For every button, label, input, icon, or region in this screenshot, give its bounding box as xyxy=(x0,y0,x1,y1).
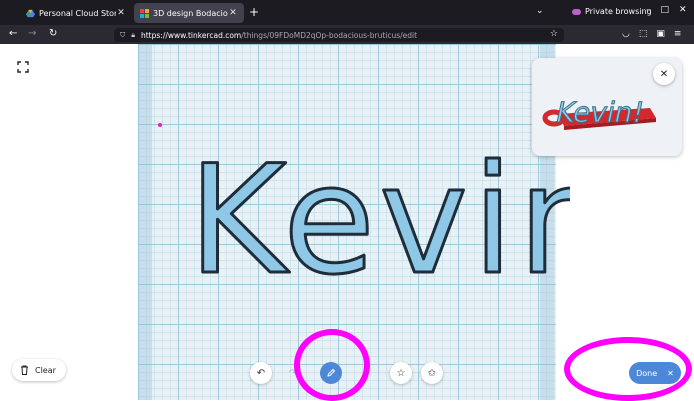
clear-label: Clear xyxy=(35,365,56,375)
toolbar-icons: ◡ ⬚ ▣ ≡ xyxy=(622,29,681,39)
shape-tool-button[interactable]: ☆ xyxy=(390,362,412,384)
private-mask-icon xyxy=(572,8,581,15)
maximize-icon[interactable]: □ xyxy=(661,5,670,15)
back-arrow-icon[interactable]: ← xyxy=(9,28,17,39)
private-browsing-label: Private browsing xyxy=(585,7,652,16)
star-shape-icon: ☆ xyxy=(396,367,406,379)
tab-title: 3D design Bodacious Brut xyxy=(153,8,228,18)
addon-icon[interactable]: ▣ xyxy=(656,29,665,39)
trash-icon xyxy=(21,365,28,375)
preview-close-button[interactable]: ✕ xyxy=(653,63,675,85)
tab-tinkercad[interactable]: 3D design Bodacious Brut ✕ xyxy=(134,3,244,23)
sketch-text: Kevin! xyxy=(190,134,570,308)
star-edit-icon: ✩ xyxy=(427,367,437,379)
annotation-circle-done xyxy=(564,337,692,401)
tab-close-icon[interactable]: ✕ xyxy=(116,8,126,18)
bookmark-star-icon[interactable]: ☆ xyxy=(550,29,558,39)
menu-icon[interactable]: ≡ xyxy=(674,29,682,39)
tab-title: Personal Cloud Storage & … xyxy=(39,8,116,18)
url-bar[interactable]: ⛉ 🔒︎ https://www.tinkercad.com/things/09… xyxy=(114,28,564,42)
browser-chrome: Personal Cloud Storage & … ✕ 3D design B… xyxy=(0,0,694,44)
window-controls: – □ ✕ xyxy=(646,5,687,15)
undo-icon: ↶ xyxy=(256,367,266,379)
3d-preview-card: Kevin! ✕ xyxy=(532,58,682,156)
shield-icon[interactable]: ⛉ xyxy=(120,31,125,40)
preview-model-text: Kevin! xyxy=(553,96,647,129)
window-close-icon[interactable]: ✕ xyxy=(679,5,687,15)
nav-bar: ← → ↻ ⛉ 🔒︎ https://www.tinkercad.com/thi… xyxy=(0,25,694,44)
sketch-drawing[interactable]: Kevin! xyxy=(190,122,570,322)
annotation-circle-pencil xyxy=(294,329,370,401)
google-drive-icon xyxy=(26,9,35,17)
tab-strip: Personal Cloud Storage & … ✕ 3D design B… xyxy=(0,0,694,25)
extensions-icon[interactable]: ⬚ xyxy=(639,29,648,39)
forward-arrow-icon[interactable]: → xyxy=(28,28,36,39)
private-browsing-indicator: Private browsing xyxy=(572,7,652,16)
sketch-editor: Kevin! Kevin! ✕ Clear ↶ ↷ ☆ ✩ xyxy=(0,44,694,401)
close-icon: ✕ xyxy=(659,68,669,80)
minimize-icon[interactable]: – xyxy=(646,5,651,15)
reload-icon[interactable]: ↻ xyxy=(49,28,57,39)
fullscreen-icon[interactable] xyxy=(17,61,29,73)
new-tab-button[interactable]: + xyxy=(249,5,259,19)
pocket-icon[interactable]: ◡ xyxy=(622,29,630,39)
tinkercad-icon xyxy=(140,8,149,18)
cursor-dot xyxy=(158,123,162,127)
url-text: https://www.tinkercad.com/things/09FDoMD… xyxy=(140,30,418,40)
tab-close-icon[interactable]: ✕ xyxy=(228,8,238,18)
undo-button[interactable]: ↶ xyxy=(250,362,272,384)
shape-edit-tool-button[interactable]: ✩ xyxy=(421,362,443,384)
clear-button[interactable]: Clear xyxy=(12,359,66,381)
tab-list-chevron-icon[interactable]: ⌄ xyxy=(536,6,544,16)
lock-icon[interactable]: 🔒︎ xyxy=(131,31,135,40)
grid-edge-left xyxy=(138,44,152,400)
tab-personal-cloud[interactable]: Personal Cloud Storage & … ✕ xyxy=(20,3,132,23)
